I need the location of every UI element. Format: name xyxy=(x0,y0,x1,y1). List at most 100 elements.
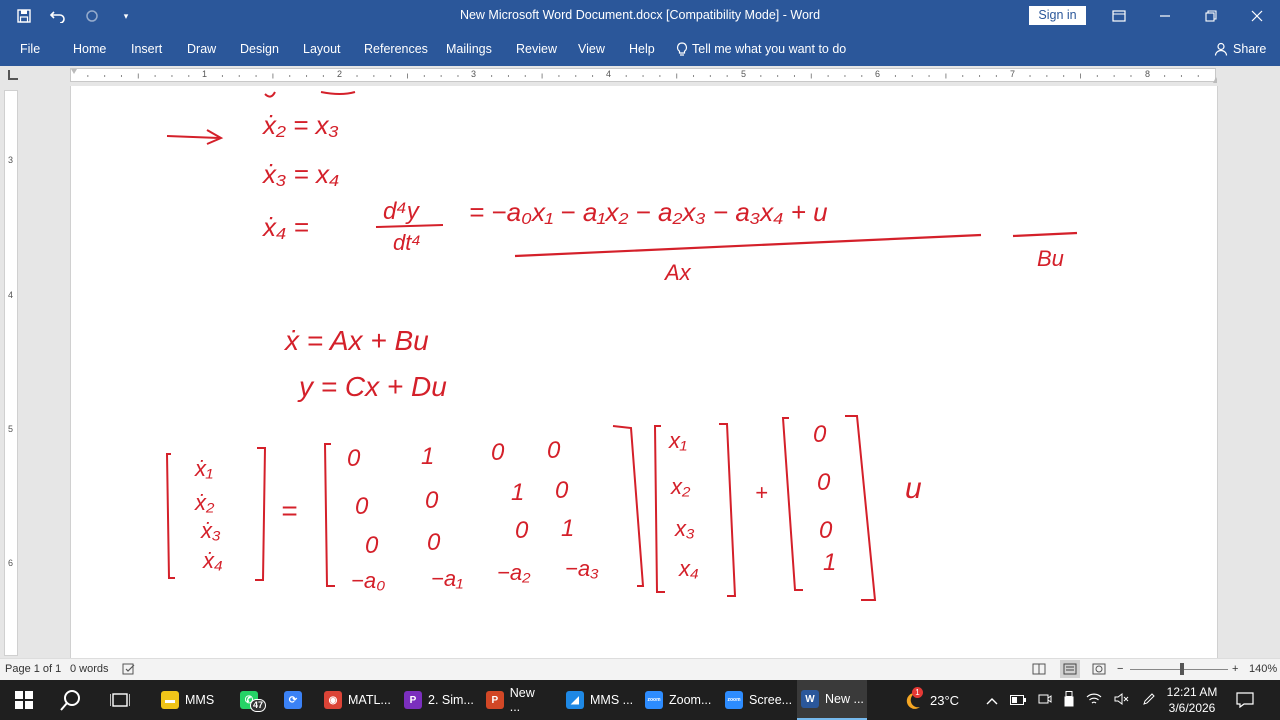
clock-time: 12:21 AM xyxy=(1166,685,1218,699)
taskbar-app[interactable]: P New ... xyxy=(482,680,548,720)
notifications-button[interactable] xyxy=(1236,680,1254,720)
ink-bracket xyxy=(845,415,877,601)
search-icon xyxy=(60,690,80,711)
ink-a-23: 1 xyxy=(511,479,524,506)
first-line-indent-marker[interactable] xyxy=(71,69,77,74)
simulink-icon: ◢ xyxy=(566,691,584,709)
taskbar-app[interactable]: ◉ MATL... xyxy=(320,680,392,720)
taskbar-app[interactable]: P 2. Sim... xyxy=(400,680,476,720)
horizontal-ruler[interactable]: 1 2 3 4 5 6 7 8 xyxy=(70,68,1217,83)
zoom-level[interactable]: 140% xyxy=(1249,663,1277,675)
weather-temp: 23°C xyxy=(930,692,960,708)
share-button[interactable]: Share xyxy=(1214,42,1266,56)
ruler-number: 1 xyxy=(202,69,208,79)
taskbar-app[interactable]: zoom Zoom... xyxy=(641,680,713,720)
print-layout-icon[interactable] xyxy=(1060,660,1080,678)
powerpoint-icon: P xyxy=(486,691,504,709)
tab-mailings[interactable]: Mailings xyxy=(446,42,492,56)
wifi-icon[interactable] xyxy=(1086,692,1102,709)
tab-layout[interactable]: Layout xyxy=(303,42,341,56)
right-indent-marker[interactable] xyxy=(1213,77,1217,83)
taskbar-app-label: MMS xyxy=(185,693,215,707)
zoom-slider-track[interactable] xyxy=(1130,669,1228,670)
ink-stroke-partial xyxy=(264,91,356,98)
ink-under-bu: Bu xyxy=(1037,246,1064,271)
ruler-number: 4 xyxy=(606,69,612,79)
zoom-in-button[interactable]: + xyxy=(1232,663,1238,675)
taskbar-app[interactable]: ◢ MMS ... xyxy=(562,680,634,720)
meet-now-icon[interactable] xyxy=(1038,692,1052,709)
ink-canvas[interactable]: ẋ₂ = x₃ ẋ₃ = x₄ ẋ₄ = d⁴y dt⁴ = −a₀x₁ − a… xyxy=(71,86,1217,658)
page-count[interactable]: Page 1 of 1 xyxy=(5,663,61,675)
taskbar-app[interactable]: ✆ 47 xyxy=(236,680,274,720)
taskbar-app-label: Zoom... xyxy=(669,693,712,707)
system-tray xyxy=(986,680,1156,720)
search-button[interactable] xyxy=(56,680,86,720)
start-button[interactable] xyxy=(10,680,38,720)
ink-x-2: x₂ xyxy=(670,474,691,499)
sign-in-button[interactable]: Sign in xyxy=(1029,6,1086,25)
tab-draw[interactable]: Draw xyxy=(187,42,216,56)
lightbulb-icon xyxy=(676,42,688,56)
ribbon-display-options-icon[interactable] xyxy=(1096,0,1142,32)
chevron-up-icon[interactable] xyxy=(986,693,998,708)
battery-icon[interactable] xyxy=(1010,693,1026,708)
ink-underline-ax xyxy=(514,233,982,258)
speaker-muted-icon[interactable] xyxy=(1114,692,1130,709)
vertical-ruler[interactable]: 3 4 5 6 xyxy=(4,90,18,656)
zoom-out-button[interactable]: − xyxy=(1117,663,1123,675)
word-count[interactable]: 0 words xyxy=(70,663,109,675)
ink-a-21: 0 xyxy=(355,493,369,520)
zoom-icon: zoom xyxy=(645,691,663,709)
ink-a-31: 0 xyxy=(365,532,379,559)
ink-eq-x4-rhs: = −a₀x₁ − a₁x₂ − a₂x₃ − a₃x₄ + u xyxy=(469,197,828,227)
ruler-number: 8 xyxy=(1145,69,1151,79)
minimize-icon[interactable] xyxy=(1142,0,1188,32)
title-bar: ▾ New Microsoft Word Document.docx [Comp… xyxy=(0,0,1280,32)
ink-a-34: 1 xyxy=(561,515,574,542)
ink-a-14: 0 xyxy=(547,437,561,464)
ink-bracket xyxy=(719,423,737,597)
taskbar-app[interactable]: ⟳ xyxy=(280,680,308,720)
taskbar-app-label: 2. Sim... xyxy=(428,693,474,707)
tab-references[interactable]: References xyxy=(364,42,428,56)
tab-view[interactable]: View xyxy=(578,42,605,56)
tab-review[interactable]: Review xyxy=(516,42,557,56)
zoom-icon: zoom xyxy=(725,691,743,709)
close-icon[interactable] xyxy=(1234,0,1280,32)
restore-icon[interactable] xyxy=(1188,0,1234,32)
document-page[interactable]: ẋ₂ = x₃ ẋ₃ = x₄ ẋ₄ = d⁴y dt⁴ = −a₀x₁ − a… xyxy=(70,86,1218,658)
proofing-icon[interactable] xyxy=(122,663,136,678)
taskbar-app[interactable]: zoom Scree... xyxy=(721,680,793,720)
ruler-number: 5 xyxy=(741,69,747,79)
ink-a-24: 0 xyxy=(555,477,569,504)
ink-a-41: −a₀ xyxy=(351,568,385,593)
tab-file[interactable]: File xyxy=(20,42,40,56)
ink-plus: + xyxy=(755,480,768,505)
tab-selector[interactable] xyxy=(8,70,18,80)
chrome-icon: ◉ xyxy=(324,691,342,709)
sync-icon: ⟳ xyxy=(284,691,302,709)
tab-home[interactable]: Home xyxy=(73,42,106,56)
ink-b-1: 0 xyxy=(813,421,827,448)
zoom-slider-thumb[interactable] xyxy=(1180,663,1184,675)
tab-help[interactable]: Help xyxy=(629,42,655,56)
ink-a-33: 0 xyxy=(515,517,529,544)
read-mode-icon[interactable] xyxy=(1032,663,1046,678)
taskbar-app[interactable]: W New ... xyxy=(797,680,867,720)
status-bar: Page 1 of 1 0 words − + 140% xyxy=(0,658,1280,681)
web-layout-icon[interactable] xyxy=(1092,663,1106,678)
usb-icon[interactable] xyxy=(1064,690,1074,710)
tab-design[interactable]: Design xyxy=(240,42,279,56)
windows-icon xyxy=(15,691,33,709)
clock[interactable]: 12:21 AM 3/6/2026 xyxy=(1160,684,1224,716)
ruler-number: 3 xyxy=(471,69,477,79)
pen-icon[interactable] xyxy=(1142,692,1156,709)
ink-xdot-4: ẋ₄ xyxy=(202,548,223,573)
ink-xdot-3: ẋ₃ xyxy=(200,518,221,543)
tab-insert[interactable]: Insert xyxy=(131,42,162,56)
tell-me-search[interactable]: Tell me what you want to do xyxy=(676,42,846,56)
task-view-button[interactable] xyxy=(106,680,134,720)
taskbar-app[interactable]: ▬ MMS xyxy=(157,680,223,720)
weather-widget[interactable]: 1 23°C xyxy=(902,680,959,720)
